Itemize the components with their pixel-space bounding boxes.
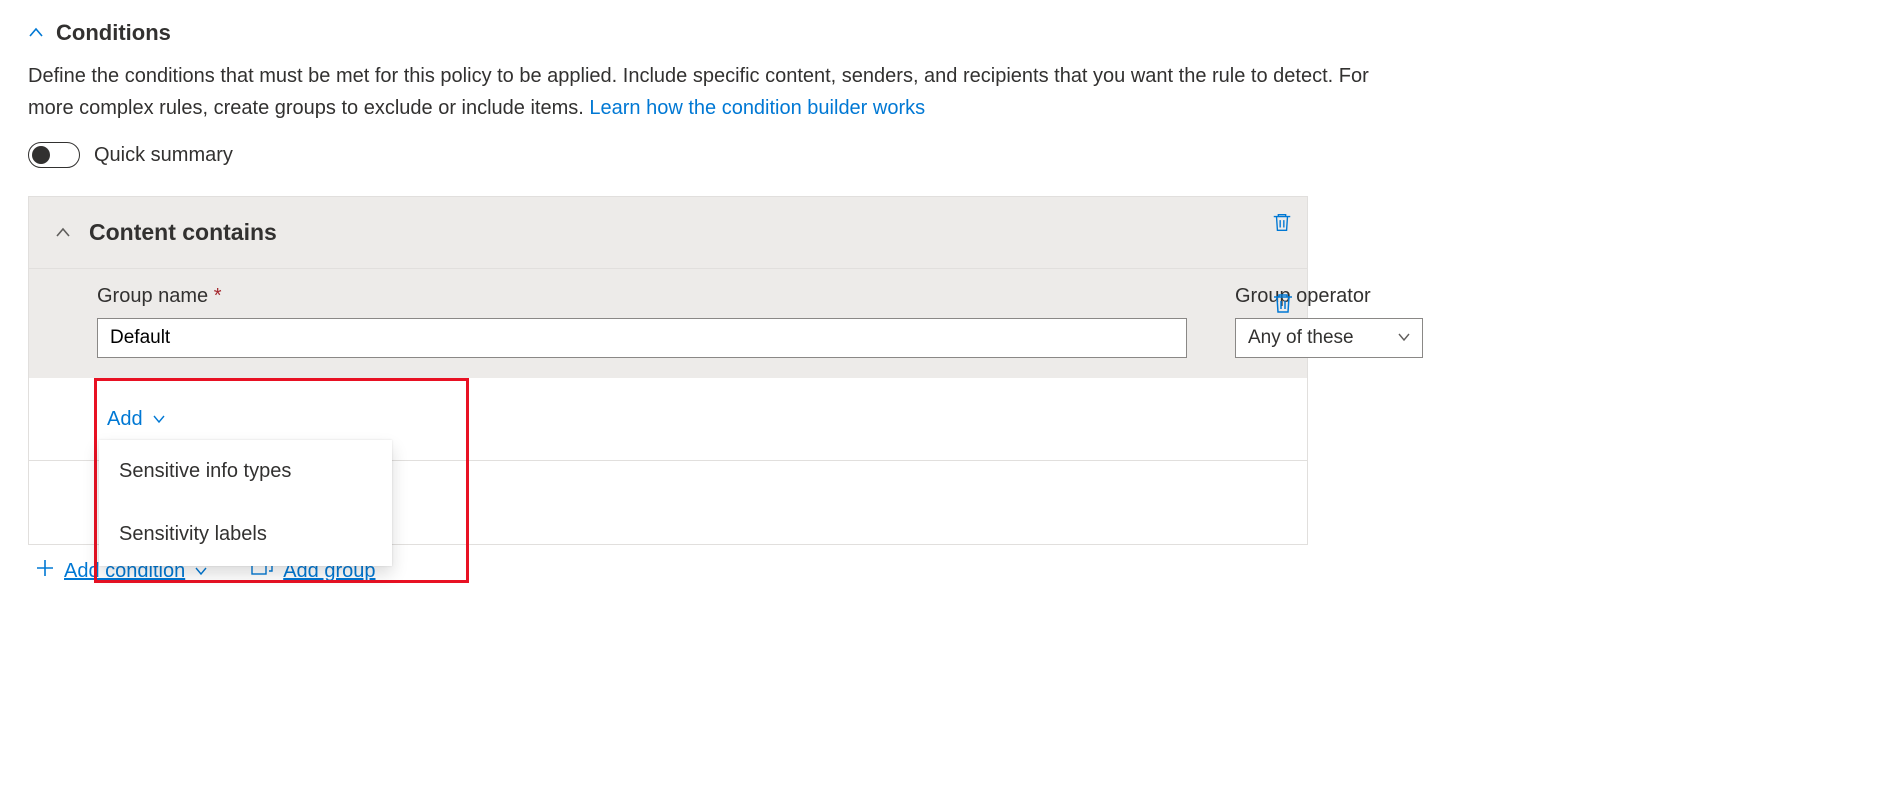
toggle-knob [32,146,50,164]
group-name-label: Group name * [97,285,1187,308]
conditions-section-header: Conditions [28,20,1856,46]
panel-title: Content contains [89,219,277,246]
chevron-down-icon [1398,327,1410,349]
quick-summary-row: Quick summary [28,142,1856,168]
add-area: Add Sensitive info types Sensitivity lab… [29,378,1307,544]
add-label: Add [107,408,143,431]
group-name-input[interactable] [97,318,1187,358]
delete-panel-button[interactable] [1271,211,1295,235]
group-operator-label: Group operator [1235,285,1423,308]
quick-summary-toggle[interactable] [28,142,80,168]
quick-summary-label: Quick summary [94,144,233,167]
chevron-down-icon [153,408,165,431]
plus-icon [36,559,54,583]
panel-header: Content contains [29,197,1307,268]
menu-item-sensitivity-labels[interactable]: Sensitivity labels [99,503,392,566]
chevron-up-icon[interactable] [28,25,44,41]
group-config-row: Group name * Group operator Any of these [29,268,1307,378]
group-operator-field: Group operator Any of these [1235,285,1423,358]
add-dropdown-menu: Sensitive info types Sensitivity labels [99,440,392,566]
group-name-field: Group name * [97,285,1187,358]
operator-value: Any of these [1248,327,1354,349]
add-dropdown-button[interactable]: Add [107,408,165,431]
content-contains-panel: Content contains Group name * Group oper… [28,196,1308,545]
menu-item-sensitive-info-types[interactable]: Sensitive info types [99,440,392,503]
required-asterisk: * [214,285,222,307]
delete-group-button[interactable] [1271,291,1295,315]
group-operator-select[interactable]: Any of these [1235,318,1423,358]
learn-link[interactable]: Learn how the condition builder works [589,97,925,119]
section-description: Define the conditions that must be met f… [28,60,1408,124]
section-title: Conditions [56,20,171,46]
group-name-label-text: Group name [97,285,208,307]
chevron-up-icon[interactable] [55,225,71,241]
